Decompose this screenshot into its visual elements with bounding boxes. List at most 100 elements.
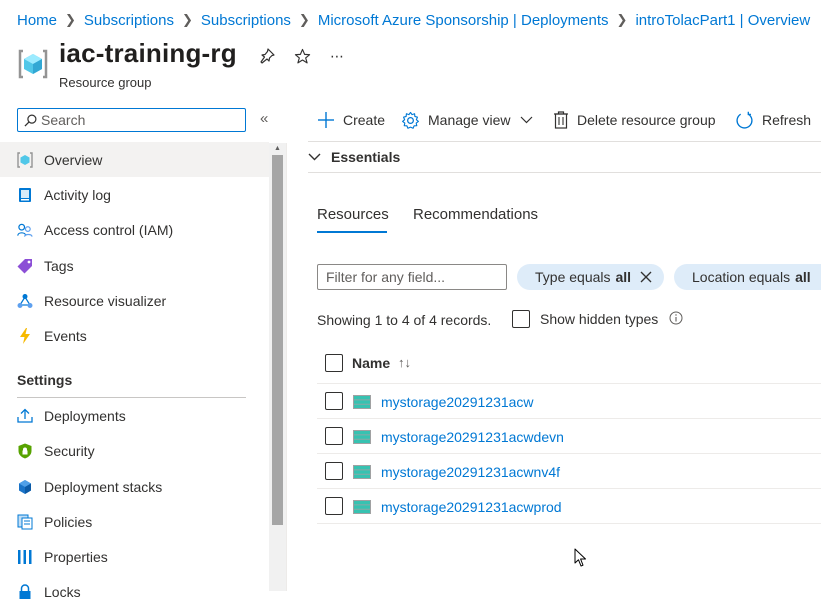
- tab-resources[interactable]: Resources: [317, 206, 389, 230]
- breadcrumb: Home ❯ Subscriptions ❯ Subscriptions ❯ M…: [17, 10, 810, 30]
- refresh-button[interactable]: Refresh: [735, 108, 811, 132]
- refresh-icon: [735, 111, 754, 130]
- create-button[interactable]: Create: [317, 108, 385, 132]
- star-icon[interactable]: [292, 46, 312, 66]
- row-divider: [317, 418, 821, 419]
- row-checkbox[interactable]: [325, 392, 343, 410]
- sidebar-item-events[interactable]: Events: [0, 318, 269, 353]
- sidebar-divider: [286, 143, 287, 591]
- breadcrumb-deployments[interactable]: Microsoft Azure Sponsorship | Deployment…: [318, 12, 609, 29]
- sidebar-item-access-control[interactable]: Access control (IAM): [0, 212, 269, 247]
- essentials-toggle[interactable]: Essentials: [308, 146, 400, 168]
- resource-name-link[interactable]: mystorage20291231acwprod: [381, 499, 562, 515]
- tag-icon: [17, 258, 33, 274]
- breadcrumb-subscriptions-2[interactable]: Subscriptions: [201, 12, 291, 29]
- show-hidden-types-label: Show hidden types: [540, 311, 659, 327]
- shield-icon: [17, 443, 33, 459]
- more-icon[interactable]: ⋯: [327, 46, 347, 66]
- sidebar-item-label: Deployment stacks: [44, 478, 163, 495]
- essentials-label: Essentials: [331, 149, 401, 165]
- sidebar-item-policies[interactable]: Policies: [0, 504, 269, 539]
- resource-name-link[interactable]: mystorage20291231acwdevn: [381, 429, 564, 445]
- show-hidden-types-checkbox[interactable]: [512, 310, 530, 328]
- resource-name-link[interactable]: mystorage20291231acw: [381, 394, 534, 410]
- scroll-up-icon[interactable]: ▲: [272, 145, 283, 153]
- delete-resource-group-button[interactable]: Delete resource group: [553, 108, 716, 132]
- storage-account-icon: [353, 430, 371, 444]
- toolbar-divider: [308, 141, 821, 142]
- trash-icon: [553, 111, 569, 129]
- sort-icon[interactable]: ↑↓: [398, 355, 411, 370]
- type-filter-value: all: [615, 269, 632, 285]
- people-icon: [17, 222, 33, 238]
- close-icon[interactable]: [640, 271, 652, 283]
- visualizer-icon: [17, 293, 33, 309]
- chevron-right-icon: ❯: [65, 12, 76, 27]
- breadcrumb-overview[interactable]: introTolacPart1 | Overview: [635, 12, 810, 29]
- storage-account-icon: [353, 500, 371, 514]
- sidebar-item-locks[interactable]: Locks: [0, 574, 269, 609]
- page-subtitle: Resource group: [59, 75, 152, 90]
- sidebar-item-label: Properties: [44, 548, 108, 565]
- breadcrumb-subscriptions[interactable]: Subscriptions: [84, 12, 174, 29]
- header-divider: [317, 383, 821, 384]
- sidebar-item-label: Overview: [44, 151, 103, 168]
- sidebar-item-properties[interactable]: Properties: [0, 539, 269, 574]
- sidebar-search[interactable]: [17, 108, 246, 132]
- mouse-cursor-icon: [574, 548, 587, 571]
- lightning-icon: [17, 327, 33, 344]
- location-filter-label: Location equals: [692, 269, 791, 285]
- row-checkbox[interactable]: [325, 462, 343, 480]
- stack-icon: [17, 479, 33, 495]
- sidebar-item-label: Resource visualizer: [44, 292, 167, 309]
- tab-recommendations[interactable]: Recommendations: [413, 206, 538, 230]
- filter-input[interactable]: [318, 268, 508, 286]
- search-input[interactable]: [37, 112, 231, 128]
- refresh-label: Refresh: [762, 112, 812, 128]
- manage-view-button[interactable]: Manage view: [401, 108, 533, 132]
- filter-field[interactable]: [317, 264, 508, 290]
- sidebar-item-activity-log[interactable]: Activity log: [0, 177, 269, 212]
- location-filter-pill[interactable]: Location equals all: [674, 264, 821, 290]
- records-count: Showing 1 to 4 of 4 records.: [317, 312, 492, 328]
- row-divider: [317, 488, 821, 489]
- type-filter-label: Type equals: [535, 269, 611, 285]
- sidebar-item-deployment-stacks[interactable]: Deployment stacks: [0, 469, 269, 504]
- sidebar-item-label: Policies: [44, 513, 93, 530]
- row-checkbox[interactable]: [325, 497, 343, 515]
- resource-name-link[interactable]: mystorage20291231acwnv4f: [381, 464, 560, 480]
- resource-group-icon: [17, 48, 49, 80]
- storage-account-icon: [353, 465, 371, 479]
- resource-group-icon: [17, 151, 33, 168]
- sidebar-item-deployments[interactable]: Deployments: [0, 398, 269, 433]
- row-checkbox[interactable]: [325, 427, 343, 445]
- location-filter-value: all: [795, 269, 811, 285]
- active-tab-indicator: [317, 231, 387, 233]
- sidebar-item-label: Security: [44, 442, 95, 459]
- type-filter-pill[interactable]: Type equals all: [517, 264, 665, 290]
- chevron-right-icon: ❯: [181, 12, 193, 27]
- chevron-right-icon: ❯: [616, 12, 628, 27]
- gear-icon: [401, 111, 420, 130]
- sidebar-item-resource-visualizer[interactable]: Resource visualizer: [0, 283, 269, 318]
- breadcrumb-home[interactable]: Home: [17, 12, 57, 29]
- sidebar-item-security[interactable]: Security: [0, 433, 269, 468]
- upload-icon: [17, 408, 33, 424]
- pin-icon[interactable]: [257, 46, 277, 66]
- sidebar-item-tags[interactable]: Tags: [0, 248, 269, 283]
- sidebar-scrollbar-thumb[interactable]: [272, 155, 283, 525]
- activity-log-icon: [17, 187, 33, 203]
- sidebar-section-settings: Settings: [17, 372, 73, 388]
- lock-icon: [17, 583, 33, 600]
- select-all-checkbox[interactable]: [325, 354, 343, 372]
- sidebar-item-label: Tags: [44, 257, 74, 274]
- properties-icon: [17, 549, 33, 565]
- sidebar-item-overview[interactable]: Overview: [0, 142, 269, 177]
- chevron-right-icon: ❯: [298, 12, 310, 27]
- info-icon[interactable]: [669, 311, 683, 328]
- essentials-divider: [308, 172, 821, 173]
- create-label: Create: [343, 112, 386, 128]
- name-column-header[interactable]: Name: [352, 355, 390, 371]
- row-divider: [317, 453, 821, 454]
- collapse-sidebar-icon[interactable]: «: [260, 110, 268, 127]
